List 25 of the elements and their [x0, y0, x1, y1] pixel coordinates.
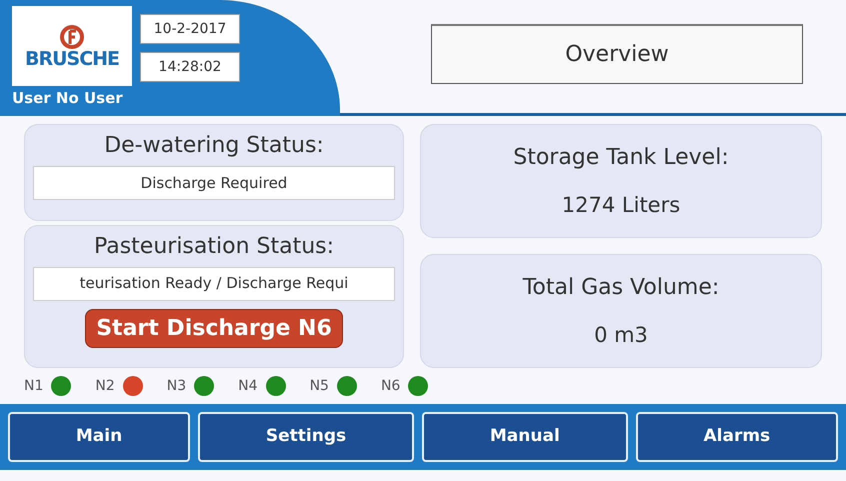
- panel-value: 0 m3: [594, 322, 648, 349]
- panel-title: Pasteurisation Status:: [94, 232, 334, 260]
- start-discharge-button[interactable]: Start Discharge N6: [85, 308, 343, 348]
- panel-value: 1274 Liters: [562, 192, 680, 219]
- panel-title: Total Gas Volume:: [522, 274, 720, 302]
- node-label: N1: [24, 376, 44, 396]
- screen-title: Overview: [431, 24, 803, 84]
- date-field: 10-2-2017: [140, 14, 240, 44]
- node-label: N3: [166, 376, 186, 396]
- panel-title: De-watering Status:: [104, 132, 324, 160]
- node-label: N6: [380, 376, 400, 396]
- node-label: N5: [310, 376, 329, 396]
- node-label: N2: [95, 376, 115, 396]
- nav-button[interactable]: Settings: [198, 412, 414, 462]
- time-field: 14:28:02: [140, 52, 240, 82]
- logo-icon: [60, 24, 84, 50]
- nav-button[interactable]: Alarms: [636, 412, 838, 462]
- nav-button[interactable]: Main: [8, 412, 190, 462]
- user-label: User No User: [12, 89, 123, 107]
- brand-name: BRUSCHE: [24, 50, 120, 68]
- status-field: Discharge Required: [33, 166, 395, 200]
- status-field: teurisation Ready / Discharge Requi: [33, 266, 395, 300]
- node-label: N4: [238, 376, 258, 396]
- nav-button[interactable]: Manual: [422, 412, 628, 462]
- panel-title: Storage Tank Level:: [513, 144, 729, 172]
